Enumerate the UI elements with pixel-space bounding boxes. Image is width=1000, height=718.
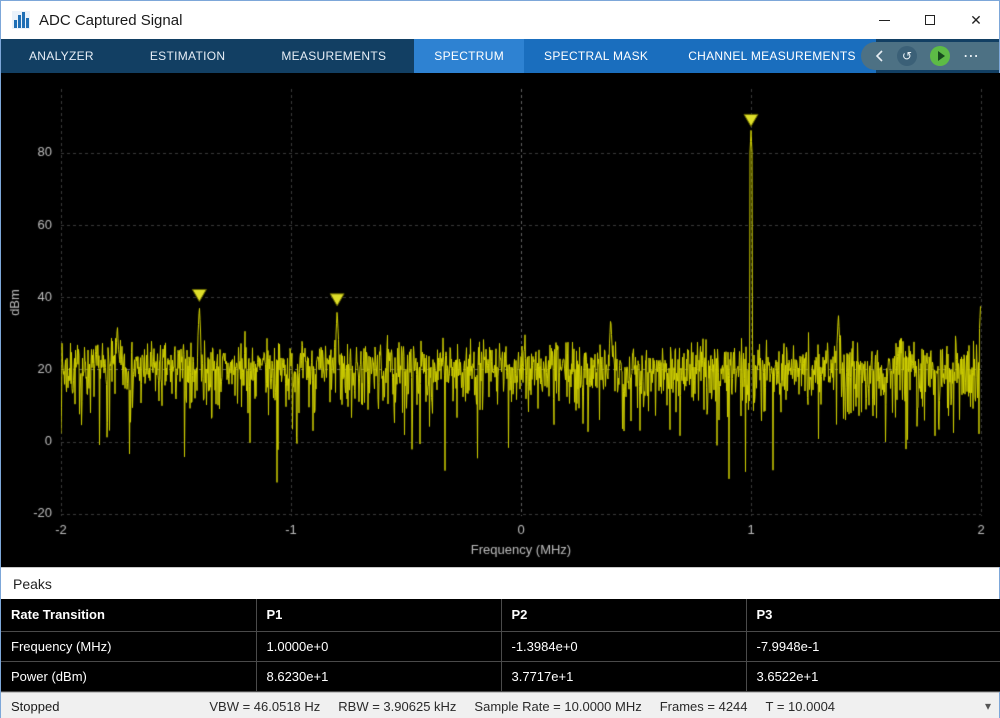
title-bar: ADC Captured Signal ✕ [1,1,999,39]
frequency-p3-value: -7.9948e-1 [746,631,1000,662]
tab-measurements[interactable]: MEASUREMENTS [253,39,414,73]
peaks-table: Rate Transition P1 P2 P3 Frequency (MHz)… [1,599,1000,692]
quick-access-toolbar: ↺ ⋯ [861,42,999,70]
status-rbw: RBW = 3.90625 kHz [338,698,457,714]
table-row: Frequency (MHz) 1.0000e+0 -1.3984e+0 -7.… [1,631,1000,662]
status-metrics: VBW = 46.0518 Hz RBW = 3.90625 kHz Sampl… [59,699,985,714]
tab-analyzer[interactable]: ANALYZER [1,39,122,73]
power-p1-value: 8.6230e+1 [256,661,502,692]
app-spectrum-icon [11,10,31,30]
spectrum-canvas[interactable] [1,73,1000,567]
minimize-button[interactable] [861,1,907,39]
contextual-tab-group: SPECTRUM SPECTRAL MASK CHANNEL MEASUREME… [414,39,876,73]
window-title: ADC Captured Signal [39,11,183,29]
row-label-frequency: Frequency (MHz) [1,631,257,662]
column-header-p3: P3 [746,599,1000,632]
peaks-panel-title: Peaks [13,575,52,592]
status-state: Stopped [11,698,60,714]
play-icon [937,51,945,61]
frequency-p1-value: 1.0000e+0 [256,631,502,662]
column-header-source: Rate Transition [1,599,257,632]
status-sample-rate: Sample Rate = 10.0000 MHz [474,698,642,714]
tab-channel-measurements[interactable]: CHANNEL MEASUREMENTS [668,39,876,73]
column-header-p1: P1 [256,599,502,632]
collapse-toolstrip-icon[interactable] [875,49,884,63]
main-tab-group: ANALYZER ESTIMATION MEASUREMENTS [1,39,414,73]
status-vbw: VBW = 46.0518 Hz [209,698,321,714]
app-window: ADC Captured Signal ✕ ANALYZER ESTIMATIO… [0,0,1000,718]
run-button[interactable] [930,46,950,66]
table-row: Power (dBm) 8.6230e+1 3.7717e+1 3.6522e+… [1,661,1000,692]
maximize-button[interactable] [907,1,953,39]
row-label-power: Power (dBm) [1,661,257,692]
status-frames: Frames = 4244 [659,698,748,714]
more-options-button[interactable]: ⋯ [963,48,979,64]
status-dropdown-button[interactable]: ▾ [985,699,991,713]
minimize-icon [878,19,890,21]
frequency-p2-value: -1.3984e+0 [501,631,747,662]
dropdown-arrow-icon: ▾ [984,699,991,713]
tab-spectrum[interactable]: SPECTRUM [414,39,525,73]
peaks-panel-header: Peaks [1,567,999,599]
power-p3-value: 3.6522e+1 [746,661,1000,692]
close-icon: ✕ [970,12,982,28]
ellipsis-icon: ⋯ [963,46,979,65]
tab-spectral-mask[interactable]: SPECTRAL MASK [524,39,668,73]
table-header-row: Rate Transition P1 P2 P3 [1,599,1000,632]
window-controls: ✕ [861,1,999,39]
toolstrip: ANALYZER ESTIMATION MEASUREMENTS SPECTRU… [1,39,999,73]
step-back-icon: ↺ [901,49,913,63]
status-bar: Stopped VBW = 46.0518 Hz RBW = 3.90625 k… [1,691,999,718]
status-time: T = 10.0004 [765,698,836,714]
power-p2-value: 3.7717e+1 [501,661,747,692]
column-header-p2: P2 [501,599,747,632]
step-back-button[interactable]: ↺ [897,46,917,66]
tab-estimation[interactable]: ESTIMATION [122,39,253,73]
spectrum-plot-area [1,73,1000,567]
close-button[interactable]: ✕ [953,1,999,39]
maximize-icon [925,15,935,25]
